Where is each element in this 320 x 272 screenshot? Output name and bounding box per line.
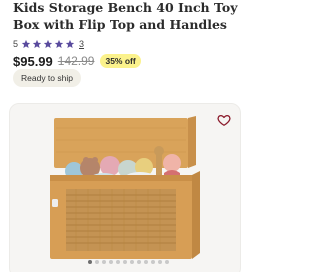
carousel-dot[interactable] — [151, 260, 155, 264]
current-price: $95.99 — [13, 53, 53, 69]
carousel-dot[interactable] — [102, 260, 106, 264]
image-carousel-dots[interactable] — [88, 258, 169, 266]
carousel-dot[interactable] — [116, 260, 120, 264]
carousel-dot[interactable] — [123, 260, 127, 264]
star-icon — [32, 39, 42, 49]
star-icon — [65, 39, 75, 49]
carousel-dot[interactable] — [144, 260, 148, 264]
rating-row[interactable]: 5 3 — [13, 38, 84, 50]
star-icon — [21, 39, 31, 49]
heart-icon[interactable] — [217, 113, 231, 127]
original-price: 142.99 — [57, 54, 95, 68]
rating-stars — [21, 39, 76, 49]
carousel-dot[interactable] — [95, 260, 99, 264]
carousel-dot[interactable] — [158, 260, 162, 264]
discount-badge: 35% off — [100, 54, 141, 68]
star-icon — [43, 39, 53, 49]
carousel-dot[interactable] — [130, 260, 134, 264]
ready-to-ship-badge: Ready to ship — [13, 69, 81, 87]
carousel-dot[interactable] — [109, 260, 113, 264]
review-count-link[interactable]: 3 — [79, 39, 84, 49]
rating-value: 5 — [13, 39, 19, 49]
carousel-dot[interactable] — [165, 260, 169, 264]
star-icon — [54, 39, 64, 49]
carousel-dot[interactable] — [137, 260, 141, 264]
price-row: $95.99 142.99 35% off — [13, 53, 141, 69]
carousel-dot[interactable] — [88, 260, 92, 264]
product-image — [50, 116, 200, 259]
product-title: Kids Storage Bench 40 Inch Toy Box with … — [13, 0, 238, 32]
